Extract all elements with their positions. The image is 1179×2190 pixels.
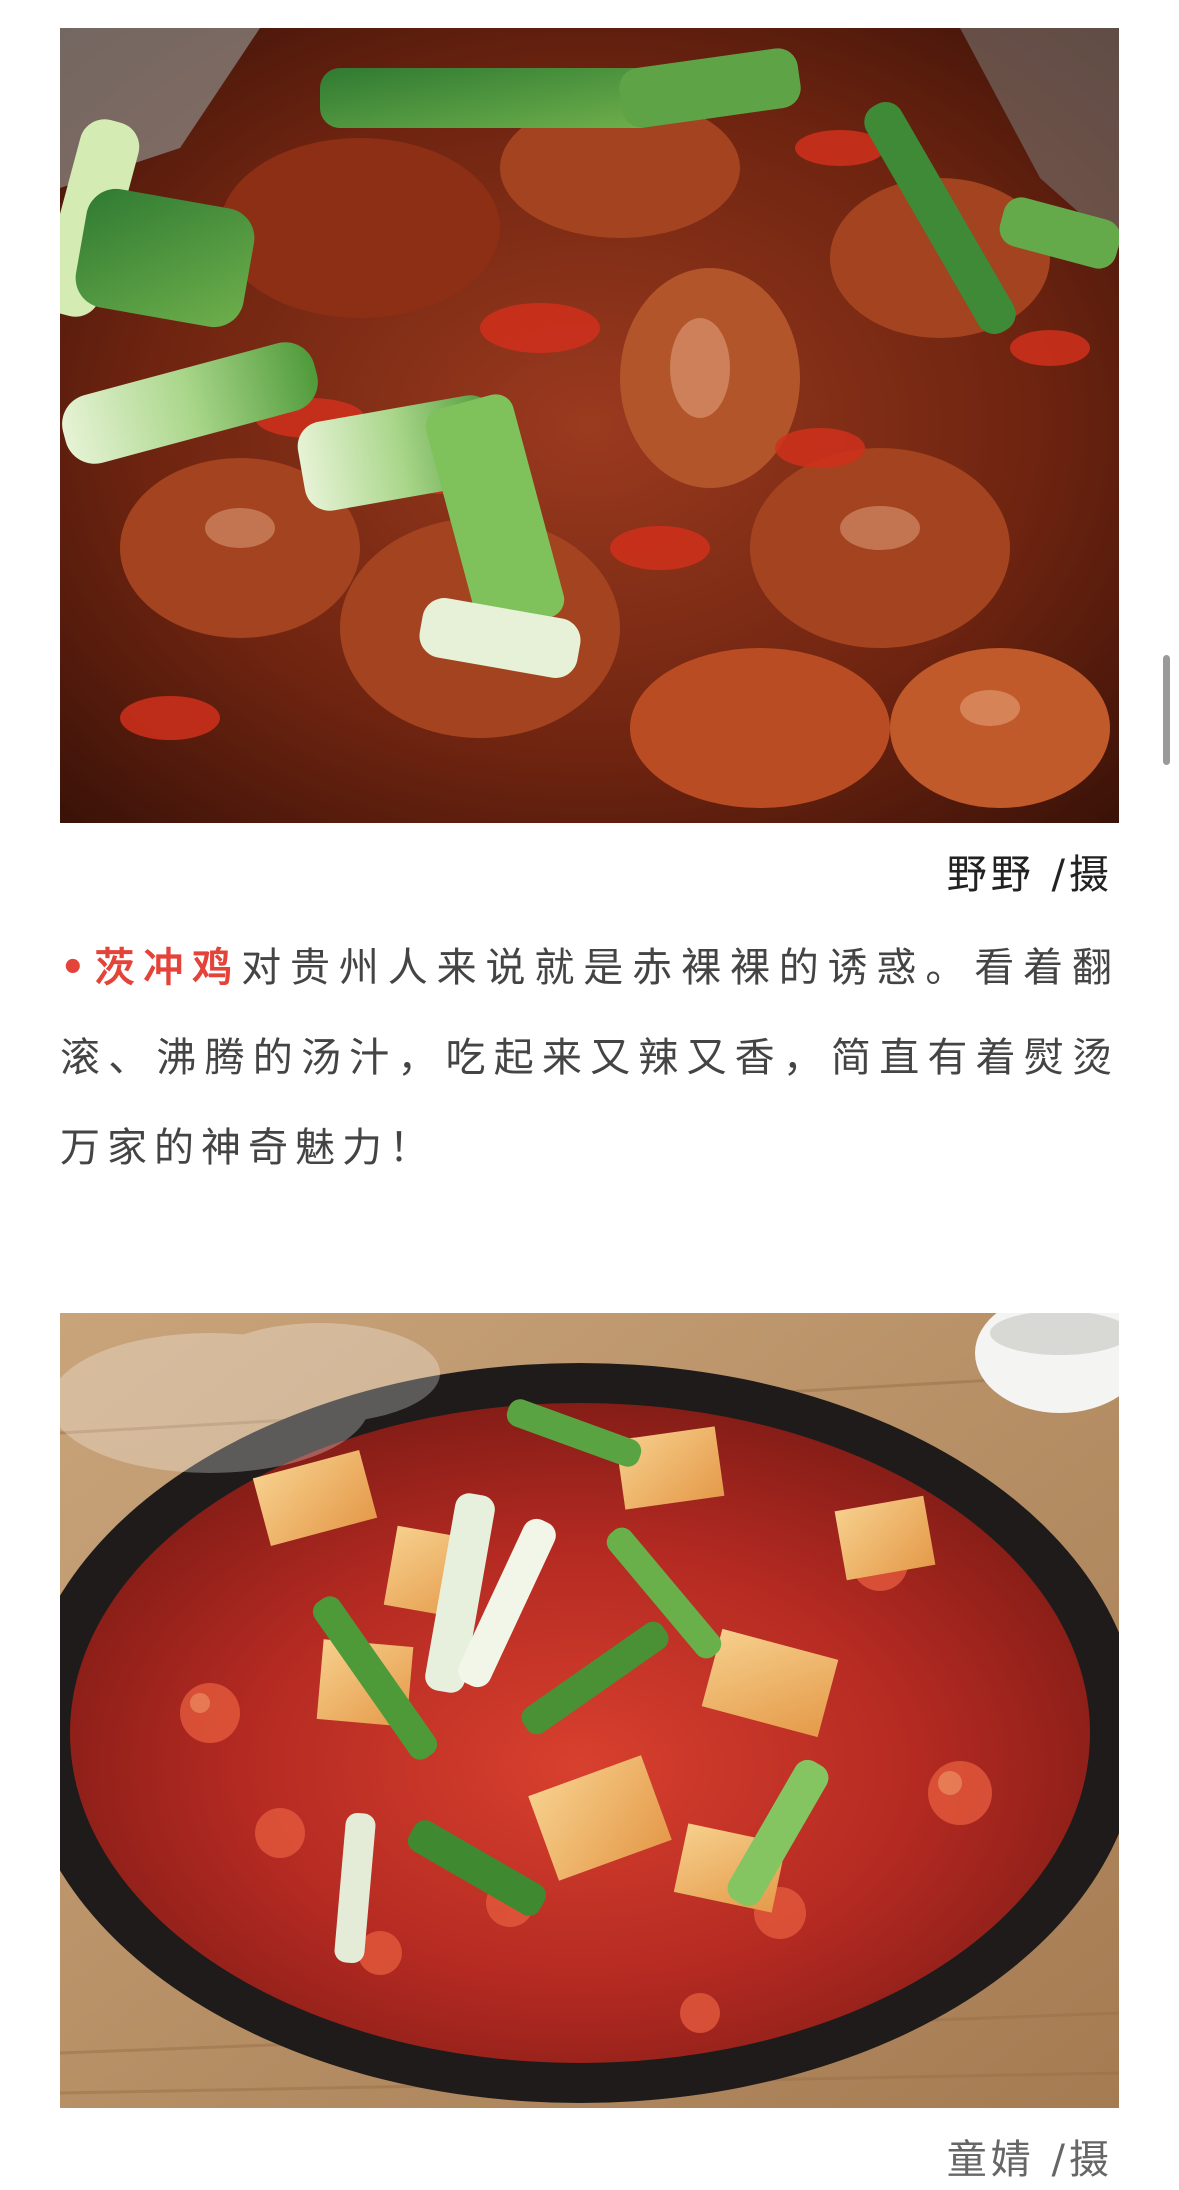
article-paragraph: •茨冲鸡对贵州人来说就是赤裸裸的诱惑。看着翻滚、沸腾的汤汁，吃起来又辣又香，简直… (60, 923, 1119, 1193)
photo-credit: 童婧 /摄 (946, 2137, 1113, 2183)
article-content: 野野 /摄 •茨冲鸡对贵州人来说就是赤裸裸的诱惑。看着翻滚、沸腾的汤汁，吃起来又… (60, 0, 1119, 2190)
spicy-chicken-photo[interactable] (60, 28, 1119, 823)
bullet-icon: • (60, 945, 93, 991)
dish-name-highlight: 茨冲鸡 (92, 945, 242, 991)
hotpot-illustration (60, 1313, 1119, 2108)
photo-credit: 野野 /摄 (946, 852, 1113, 898)
scrollbar-thumb[interactable] (1163, 655, 1170, 765)
hotpot-photo[interactable] (60, 1313, 1119, 2108)
spicy-chicken-illustration (60, 28, 1119, 823)
